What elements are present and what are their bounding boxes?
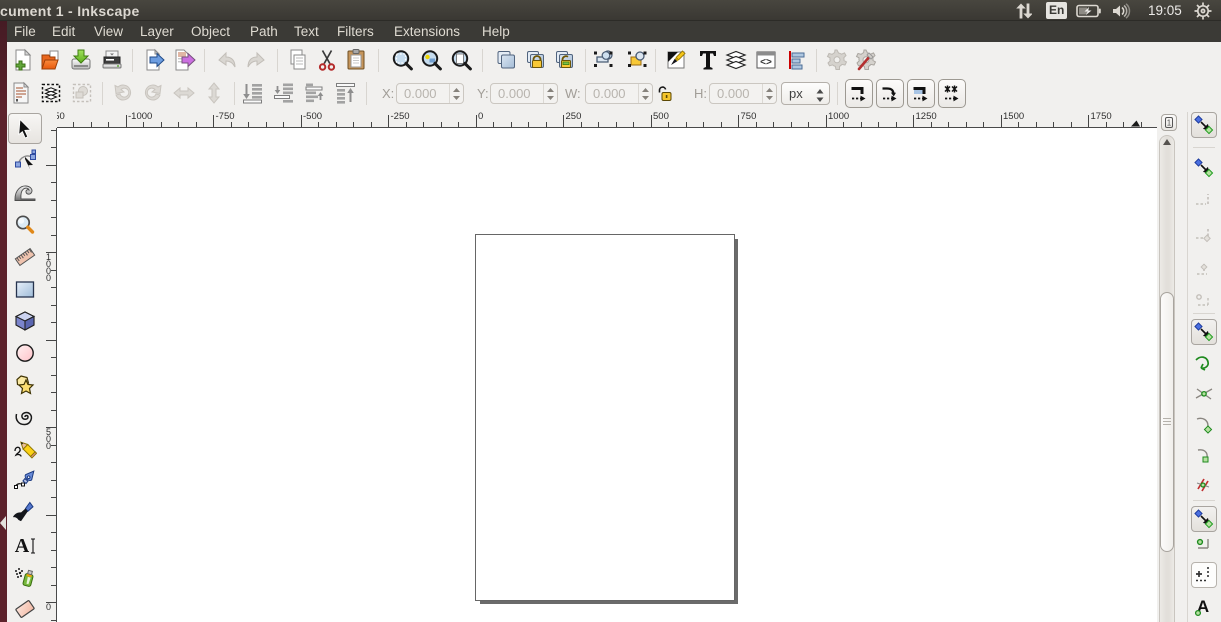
svg-text:1: 1 <box>1167 119 1172 128</box>
svg-text:A: A <box>15 535 30 557</box>
svg-text:<>: <> <box>760 57 772 68</box>
